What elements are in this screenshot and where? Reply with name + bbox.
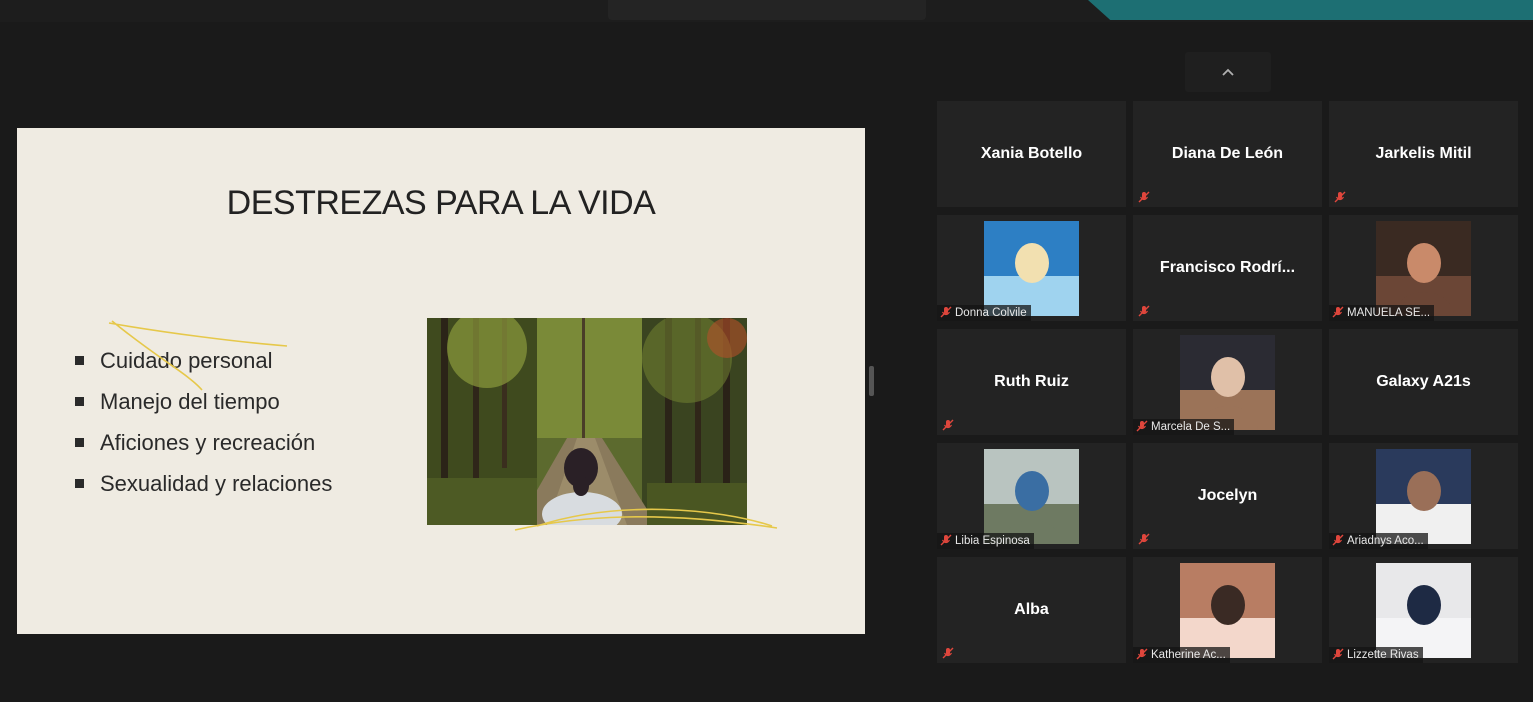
participant-video [1376, 221, 1471, 316]
bullet-square-icon [75, 438, 84, 447]
bullet-square-icon [75, 356, 84, 365]
participant-name: Ariadnys Aco... [1347, 535, 1424, 547]
mic-muted-icon [1332, 648, 1344, 660]
participant-video [1180, 335, 1275, 430]
top-toolbar-tab[interactable] [608, 0, 926, 20]
participant-name: Ruth Ruiz [994, 373, 1069, 390]
mic-muted-icon [942, 646, 954, 659]
gallery-scroll-up-button[interactable] [1185, 52, 1271, 92]
panel-splitter-handle[interactable] [869, 366, 874, 396]
slide-bullet: Manejo del tiempo [75, 381, 332, 422]
forest-path-photo [427, 318, 747, 525]
participant-video [1376, 563, 1471, 658]
shared-screen-slide: DESTREZAS PARA LA VIDA Cuidado personal … [17, 128, 865, 634]
participant-tile[interactable]: Ariadnys Aco... [1329, 443, 1518, 549]
mic-muted-icon [1138, 190, 1150, 203]
participant-name: Jocelyn [1197, 487, 1258, 504]
mic-muted-icon [940, 306, 952, 318]
mic-muted-icon [1136, 420, 1148, 432]
mic-muted-icon [940, 534, 952, 546]
participant-name: Lizzette Rivas [1347, 649, 1419, 661]
bullet-square-icon [75, 397, 84, 406]
slide-bullet: Sexualidad y relaciones [75, 463, 332, 504]
participant-name: Alba [1014, 601, 1049, 618]
participant-name: MANUELA SE... [1347, 307, 1431, 319]
slide-title: DESTREZAS PARA LA VIDA [226, 184, 656, 222]
slide-bullet: Cuidado personal [75, 340, 332, 381]
mic-muted-icon [1332, 534, 1344, 546]
participant-tile[interactable]: Francisco Rodrí... [1133, 215, 1322, 321]
participant-name-label: Lizzette Rivas [1329, 647, 1423, 663]
participant-video [1180, 563, 1275, 658]
slide-bullet-list: Cuidado personal Manejo del tiempo Afici… [75, 340, 332, 504]
participant-name-label: Libia Espinosa [937, 533, 1034, 549]
bullet-square-icon [75, 479, 84, 488]
participant-name-label: Marcela De S... [1133, 419, 1235, 435]
participant-tile[interactable]: Donna Colvile [937, 215, 1126, 321]
participant-name-label: Katherine Ac... [1133, 647, 1230, 663]
participant-name: Francisco Rodrí... [1159, 259, 1296, 276]
mic-muted-icon [1334, 190, 1346, 203]
participant-tile[interactable]: MANUELA SE... [1329, 215, 1518, 321]
participant-name: Galaxy A21s [1376, 373, 1471, 390]
slide-bullet: Aficiones y recreación [75, 422, 332, 463]
participant-name-label: Ariadnys Aco... [1329, 533, 1428, 549]
participant-name: Marcela De S... [1151, 421, 1231, 433]
participant-tile[interactable]: Katherine Ac... [1133, 557, 1322, 663]
participant-tile[interactable]: Alba [937, 557, 1126, 663]
participant-name-label: Donna Colvile [937, 305, 1031, 321]
participant-name: Diana De León [1171, 145, 1284, 162]
participant-name: Xania Botello [980, 145, 1083, 162]
chevron-up-icon [1222, 68, 1234, 76]
participant-name: Libia Espinosa [955, 535, 1030, 547]
participant-name: Donna Colvile [955, 307, 1027, 319]
participant-tile[interactable]: Jocelyn [1133, 443, 1322, 549]
participant-tile[interactable]: Xania Botello [937, 101, 1126, 207]
participant-tile[interactable]: Ruth Ruiz [937, 329, 1126, 435]
mic-muted-icon [1138, 532, 1150, 545]
mic-muted-icon [1136, 648, 1148, 660]
participant-tile[interactable]: Libia Espinosa [937, 443, 1126, 549]
participant-name: Katherine Ac... [1151, 649, 1226, 661]
participant-video [984, 221, 1079, 316]
participant-tile[interactable]: Galaxy A21s [1329, 329, 1518, 435]
mic-muted-icon [942, 418, 954, 431]
brand-accent-corner [1088, 0, 1533, 20]
participant-name: Jarkelis Mitil [1375, 145, 1472, 162]
mic-muted-icon [1138, 304, 1150, 317]
participant-tile[interactable]: Jarkelis Mitil [1329, 101, 1518, 207]
mic-muted-icon [1332, 306, 1344, 318]
participant-video [984, 449, 1079, 544]
participant-tile[interactable]: Diana De León [1133, 101, 1322, 207]
participant-tile[interactable]: Marcela De S... [1133, 329, 1322, 435]
participant-tile[interactable]: Lizzette Rivas [1329, 557, 1518, 663]
participant-video [1376, 449, 1471, 544]
participant-name-label: MANUELA SE... [1329, 305, 1435, 321]
